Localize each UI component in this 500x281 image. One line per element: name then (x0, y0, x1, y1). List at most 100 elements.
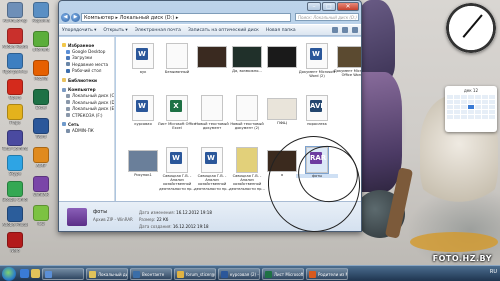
calendar-day (447, 105, 453, 109)
desktop-icon[interactable]: Adobe Photoshop (2, 206, 28, 228)
calendar-day (468, 95, 474, 99)
desktop-icon[interactable]: Компьютер (2, 2, 28, 24)
clock-hour-hand (462, 27, 472, 38)
calendar-day (475, 105, 481, 109)
taskbar-button[interactable]: курсовая (2) - Micro... (218, 268, 260, 280)
document-icon: W (132, 43, 154, 69)
start-button[interactable] (2, 267, 16, 281)
details-modified: Дата изменения: 16.12.2012 19:18 (139, 210, 212, 215)
burn-button[interactable]: Записать на оптический диск (188, 28, 259, 33)
tray-language[interactable]: RU (490, 269, 497, 275)
excel-icon (33, 89, 49, 105)
nav-item-icon (66, 128, 70, 133)
nav-item-icon (62, 122, 66, 127)
calendar-day (461, 115, 467, 119)
desktop-icon[interactable]: Total Commander (2, 129, 28, 152)
maximize-button[interactable]: □ (322, 2, 336, 11)
desktop-icon[interactable]: Word (28, 118, 54, 140)
desktop-icon[interactable]: Nero (2, 231, 28, 254)
taskbar-app-icon (133, 271, 140, 278)
desktop-icon-label: Fraps (9, 121, 21, 125)
help-icon[interactable] (352, 27, 358, 33)
organize-button[interactable]: Упорядочить ▾ (62, 28, 96, 33)
calendar-day (454, 100, 460, 104)
nav-item[interactable]: Библиотеки (62, 77, 112, 83)
desktop-icon-label: Opera (8, 95, 22, 100)
document-icon: AVI (306, 95, 328, 121)
nav-item[interactable]: СТРЕКОЗА (F:) (62, 112, 112, 118)
file-item[interactable]: Документ Microsoft Office Word (331, 43, 362, 78)
file-label: порослекк (307, 122, 327, 126)
calendar-day (461, 95, 467, 99)
file-type-badge: AVI (310, 100, 323, 112)
calendar-day (454, 110, 460, 114)
view-controls (332, 27, 358, 33)
calendar-day (461, 110, 467, 114)
address-bar[interactable]: Компьютер ▸ Локальный диск (D:) ▸ (81, 12, 291, 22)
clock-gadget[interactable] (446, 3, 496, 53)
desktop-icon[interactable]: Fraps (2, 104, 28, 126)
close-button[interactable]: ✕ (337, 2, 359, 11)
search-input[interactable]: Поиск: Локальный диск (D:) (295, 13, 359, 21)
ie-quicklaunch-icon[interactable] (20, 269, 29, 278)
file-type-badge: W (136, 100, 148, 112)
preview-pane-icon[interactable] (342, 27, 348, 33)
desktop-icon[interactable]: Mozilla (28, 60, 54, 82)
file-type-badge: W (310, 48, 322, 60)
desktop-icon-label: Nero (10, 248, 20, 253)
desktop-icon[interactable]: Skype (2, 155, 28, 177)
firefox-icon (33, 60, 49, 76)
taskbar-button[interactable] (42, 268, 84, 280)
file-type-badge: X (170, 100, 182, 112)
new-folder-button[interactable]: Новая папка (266, 28, 296, 33)
image-thumbnail (267, 46, 297, 68)
winrar-icon (33, 176, 49, 192)
file-label: Безымянный (164, 70, 190, 74)
taskbar-button[interactable]: Родители из Москвы... (306, 268, 348, 280)
file-item[interactable]: AVI порослекк (296, 95, 338, 126)
file-item[interactable]: RAR фоты (296, 146, 338, 179)
desktop-icon[interactable]: Excel (28, 89, 54, 111)
address-row: ◀ ▶ Компьютер ▸ Локальный диск (D:) ▸ (61, 12, 291, 22)
minimize-button[interactable]: – (307, 2, 321, 11)
taskbar-button[interactable]: Локальный диск (D:) (86, 268, 128, 280)
taskbar-button[interactable]: forum_sticer@mail.ru (174, 268, 216, 280)
desktop-icon-label: AIMP (36, 164, 46, 168)
email-button[interactable]: Электронная почта (135, 28, 181, 33)
taskbar-button-label: Лист Microsoft Office (274, 272, 304, 277)
taskbar-button[interactable]: Вконтакте (130, 268, 172, 280)
image-thumbnail (197, 46, 227, 68)
open-button[interactable]: Открыть ▾ (103, 28, 127, 33)
calendar-day (475, 95, 481, 99)
desktop-icon[interactable]: AIMP (28, 147, 54, 169)
details-size: Размер: 22 Кб (139, 217, 168, 222)
desktop-icon[interactable]: Корзина (28, 2, 54, 24)
file-type-badge: W (205, 152, 217, 164)
view-options-icon[interactable] (332, 27, 338, 33)
calendar-day (447, 110, 453, 114)
skype-icon (7, 155, 23, 171)
desktop-icon[interactable]: Программы (2, 53, 28, 75)
back-arrow-icon[interactable]: ◀ (61, 12, 70, 22)
clock-minute-hand (470, 14, 483, 29)
desktop-icon-label: Google Chrome (2, 197, 28, 202)
document-icon (236, 95, 258, 121)
desktop-icon[interactable]: uTorrent (28, 31, 54, 53)
navigation-pane: Избранное Google Desktop Загрузки Недавние … (59, 37, 115, 201)
forward-arrow-icon[interactable]: ▶ (71, 12, 80, 22)
calendar-day (447, 115, 453, 119)
desktop-icon[interactable]: Google Chrome (2, 180, 28, 203)
taskbar-button[interactable]: Лист Microsoft Office (262, 268, 304, 280)
explorer-window[interactable]: – □ ✕ ◀ ▶ Компьютер ▸ Локальный диск (D:… (58, 0, 362, 232)
desktop-icon[interactable]: Adobe Reader (2, 27, 28, 50)
calendar-day (475, 100, 481, 104)
nav-item[interactable]: Рабочий стол (62, 68, 112, 74)
desktop-icon[interactable]: ICQ (28, 205, 54, 227)
explorer-quicklaunch-icon[interactable] (31, 269, 40, 278)
nav-item-label: СТРЕКОЗА (F:) (72, 112, 103, 118)
desktop-icon[interactable]: WinRAR (28, 176, 54, 198)
desktop-icon[interactable]: Opera (2, 78, 28, 101)
file-label: Документ Microsoft Office Word (333, 69, 362, 78)
nav-item[interactable]: ADMIN-ПК (62, 128, 112, 134)
calendar-gadget[interactable]: дек 12 (445, 86, 497, 132)
